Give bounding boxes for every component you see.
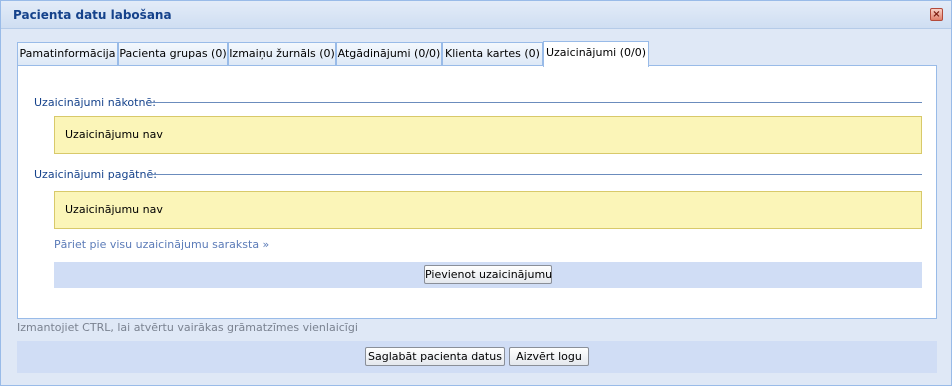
- tab-client-cards[interactable]: Klienta kartes (0): [442, 42, 543, 66]
- tab-basic-info[interactable]: Pamatinformācija: [17, 42, 118, 66]
- tab-change-log[interactable]: Izmaiņu žurnāls (0): [228, 42, 336, 66]
- past-legend-divider: [148, 174, 922, 175]
- save-patient-button[interactable]: Saglabāt pacienta datus: [365, 347, 505, 366]
- footer-bar: Saglabāt pacienta datus Aizvērt logu: [17, 341, 937, 373]
- past-notice-text: Uzaicinājumu nav: [65, 203, 163, 216]
- add-invitation-bar: Pievienot uzaicinājumu: [54, 262, 922, 288]
- past-invitations-legend: Uzaicinājumi pagātnē:: [34, 168, 157, 181]
- future-invitations-legend: Uzaicinājumi nākotnē:: [34, 96, 156, 109]
- close-icon[interactable]: ×: [930, 8, 943, 21]
- add-invitation-button[interactable]: Pievienot uzaicinājumu: [424, 265, 552, 284]
- future-notice-text: Uzaicinājumu nav: [65, 128, 163, 141]
- invitations-panel: Uzaicinājumi nākotnē: Uzaicinājumu nav U…: [17, 65, 937, 319]
- past-invitations-notice: Uzaicinājumu nav: [54, 191, 922, 229]
- tab-invitations[interactable]: Uzaicinājumi (0/0): [543, 41, 649, 67]
- future-invitations-notice: Uzaicinājumu nav: [54, 116, 922, 154]
- patient-edit-window: Pacienta datu labošana × Pamatinformācij…: [0, 0, 952, 386]
- tab-reminders[interactable]: Atgādinājumi (0/0): [336, 42, 442, 66]
- tab-patient-groups[interactable]: Pacienta grupas (0): [118, 42, 228, 66]
- ctrl-hint: Izmantojiet CTRL, lai atvērtu vairākas g…: [17, 321, 358, 334]
- window-title: Pacienta datu labošana: [13, 8, 172, 22]
- future-legend-divider: [148, 102, 922, 103]
- close-window-button[interactable]: Aizvērt logu: [509, 347, 589, 366]
- all-invitations-link[interactable]: Pāriet pie visu uzaicinājumu saraksta »: [54, 238, 269, 251]
- window-titlebar: Pacienta datu labošana ×: [1, 1, 951, 29]
